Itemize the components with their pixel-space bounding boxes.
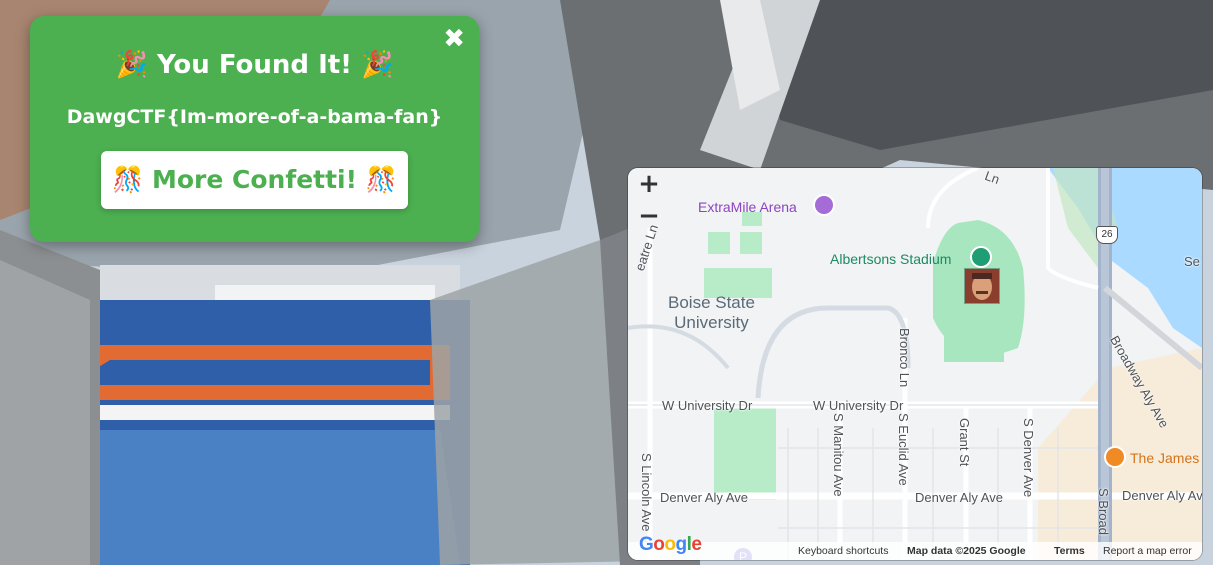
street-s-broadway: S Broad [1096,488,1111,535]
map-footer: Keyboard shortcuts Map data ©2025 Google… [628,542,1202,560]
arena-label[interactable]: ExtraMile Arena [698,199,797,215]
restaurant-pin-icon[interactable] [1104,446,1126,468]
street-grant: Grant St [957,418,972,467]
restaurant-label[interactable]: The James [1130,450,1199,466]
face-icon [965,269,999,303]
arena-pin-icon[interactable] [813,194,835,216]
flag-text: DawgCTF{Im-more-of-a-bama-fan} [66,106,443,128]
highway-shield-icon: 26 [1096,226,1118,244]
popup-title: 🎉 You Found It! 🎉 [115,50,394,80]
keyboard-shortcuts-link[interactable]: Keyboard shortcuts [798,545,888,557]
street-denver-aly-1: Denver Aly Ave [660,490,748,505]
zoom-in-button[interactable]: + [636,171,662,198]
success-popup: ✖ 🎉 You Found It! 🎉 DawgCTF{Im-more-of-a… [30,16,479,242]
street-s-euclid: S Euclid Ave [896,413,911,486]
guess-map[interactable]: + − ExtraMile Arena Albertsons Stadium B… [628,168,1202,560]
street-w-university-2: W University Dr [813,398,904,413]
terms-link[interactable]: Terms [1054,545,1085,557]
street-bronco: Bronco Ln [897,328,912,388]
more-confetti-button[interactable]: 🎊 More Confetti! 🎊 [101,151,408,209]
street-denver-aly-3: Denver Aly Ave [1122,488,1202,503]
guess-marker-avatar[interactable] [965,269,999,303]
street-s-denver: S Denver Ave [1021,418,1036,498]
stadium-label[interactable]: Albertsons Stadium [830,251,951,267]
street-s-lincoln: S Lincoln Ave [639,453,654,532]
street-s-manitou: S Manitou Ave [831,413,846,497]
stadium-pin-icon[interactable] [970,246,992,268]
google-logo: Google [639,534,702,555]
street-w-university-1: W University Dr [662,398,753,413]
university-label[interactable]: Boise State University [668,293,755,333]
east-edge-label: Se [1184,254,1200,269]
street-denver-aly-2: Denver Aly Ave [915,490,1003,505]
report-map-error-link[interactable]: Report a map error [1103,545,1192,557]
map-data-attribution: Map data ©2025 Google [907,545,1026,557]
